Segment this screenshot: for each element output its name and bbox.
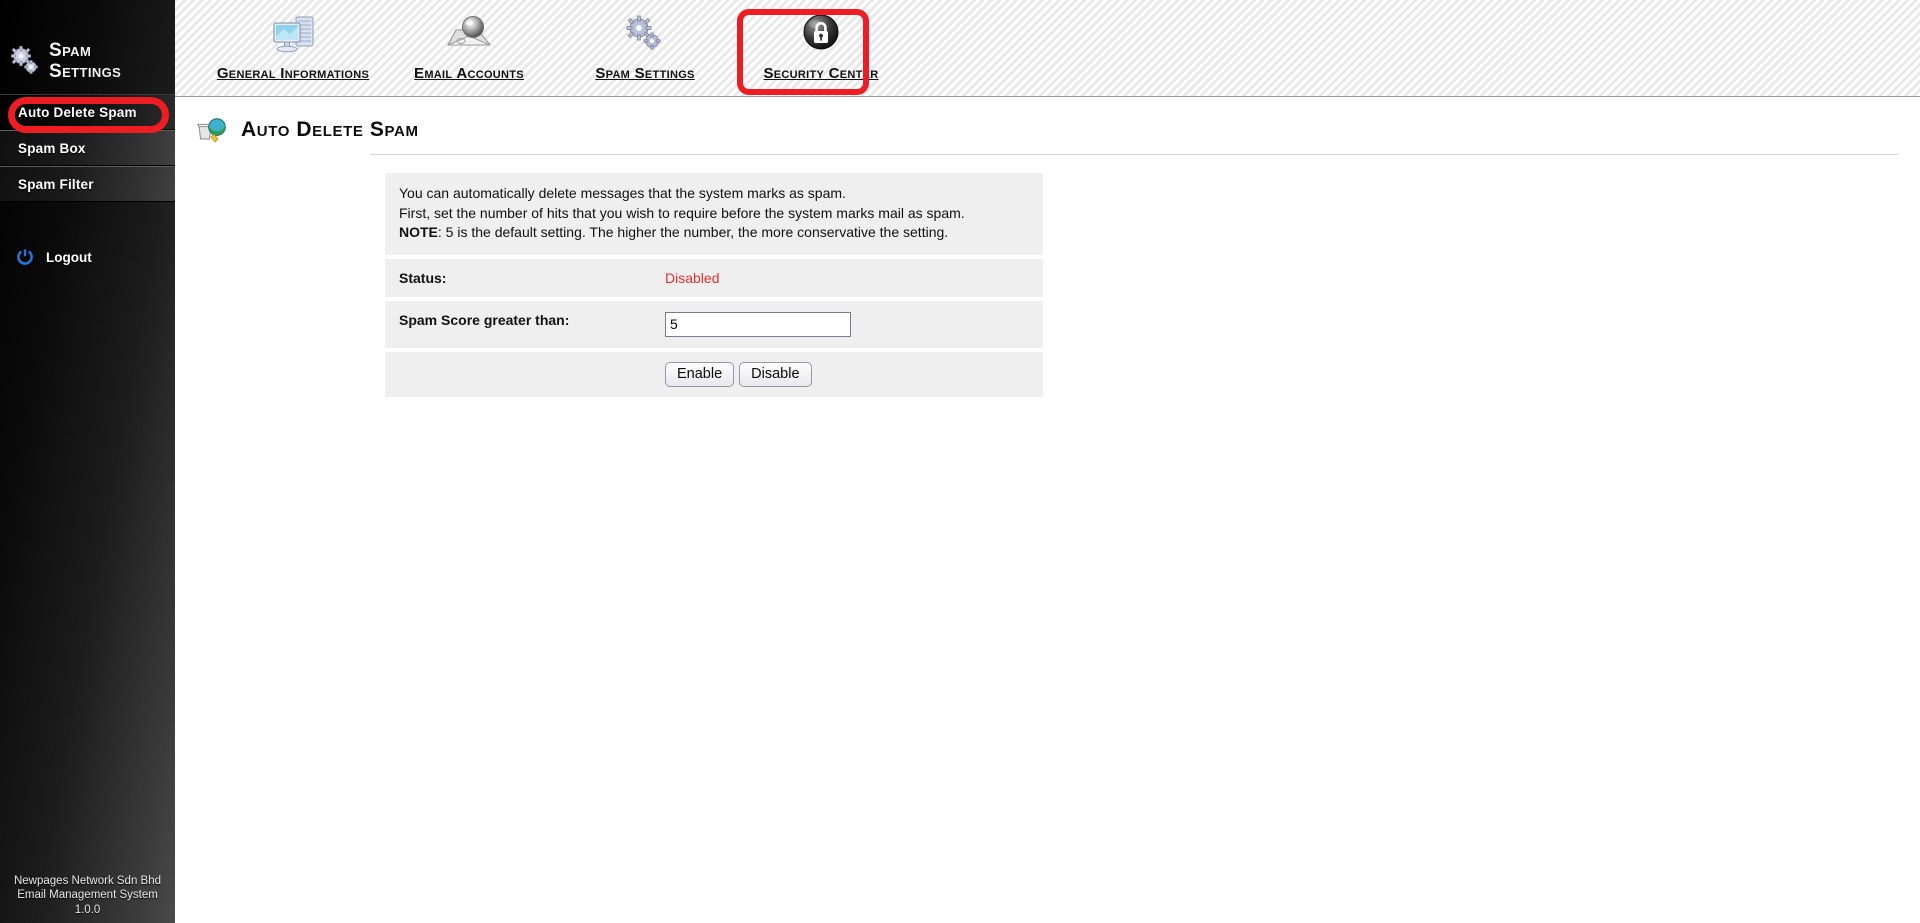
spam-score-input[interactable] <box>665 311 851 337</box>
sidebar-brand-title: Spam Settings <box>49 40 121 82</box>
tab-label: General Informations <box>216 65 370 82</box>
sidebar-brand-line1: Spam <box>49 40 92 61</box>
sidebar-item-logout[interactable]: Logout <box>0 240 175 274</box>
sidebar-brand: Spam Settings <box>0 0 175 94</box>
note-label: NOTE <box>399 224 438 240</box>
status-label: Status: <box>385 258 653 297</box>
tab-label: Security Center <box>763 65 879 82</box>
spam-score-label: Spam Score greater than: <box>385 300 653 348</box>
footer-company: Newpages Network Sdn Bhd <box>13 874 162 887</box>
description-box: You can automatically delete messages th… <box>385 173 1043 255</box>
footer-version: 1.0.0 <box>74 903 101 916</box>
status-badge: Disabled <box>665 269 720 286</box>
top-tab-list: General Informations Email Accounts Spam… <box>175 0 1920 96</box>
lock-shield-icon <box>794 10 848 60</box>
sidebar-item-spam-filter[interactable]: Spam Filter <box>0 166 175 202</box>
status-value-cell: Disabled <box>653 258 1043 297</box>
enable-button[interactable]: Enable <box>665 361 735 387</box>
sidebar-footer: Newpages Network Sdn Bhd Email Managemen… <box>0 874 175 918</box>
actions-spacer <box>385 351 653 397</box>
actions-row: Enable Disable <box>385 351 1043 397</box>
sidebar-item-label: Spam Filter <box>18 176 94 192</box>
description-note: NOTE: 5 is the default setting. The high… <box>399 223 1029 243</box>
description-line-2: First, set the number of hits that you w… <box>399 204 965 221</box>
app-root: Spam Settings Auto Delete Spam Spam Box … <box>0 0 1920 923</box>
tab-label: Spam Settings <box>595 65 695 82</box>
page-title: Auto Delete Spam <box>241 118 419 141</box>
sidebar-item-label: Auto Delete Spam <box>18 104 137 120</box>
sidebar-item-spam-box[interactable]: Spam Box <box>0 130 175 166</box>
footer-product: Email Management System <box>17 889 158 901</box>
auto-delete-spam-panel: You can automatically delete messages th… <box>385 173 1043 397</box>
tab-general-informations[interactable]: General Informations <box>205 0 381 92</box>
tab-email-accounts[interactable]: Email Accounts <box>381 0 557 92</box>
description-line-1: You can automatically delete messages th… <box>399 185 846 201</box>
note-text: : 5 is the default setting. The higher t… <box>437 224 949 240</box>
sidebar-item-auto-delete-spam[interactable]: Auto Delete Spam <box>0 94 175 130</box>
gears-icon <box>618 10 672 60</box>
power-icon <box>16 248 34 266</box>
status-row: Status: Disabled <box>385 258 1043 297</box>
gears-icon <box>8 44 42 78</box>
page-header: Auto Delete Spam <box>175 97 1920 145</box>
computer-server-icon <box>266 10 320 60</box>
spam-score-row: Spam Score greater than: <box>385 300 1043 348</box>
sidebar-logout-label: Logout <box>46 249 92 265</box>
content-area: You can automatically delete messages th… <box>175 155 1920 397</box>
main-area: General Informations Email Accounts Spam… <box>175 0 1920 923</box>
top-navigation-bar: General Informations Email Accounts Spam… <box>175 0 1920 97</box>
tab-security-center[interactable]: Security Center <box>733 0 909 92</box>
tab-spam-settings[interactable]: Spam Settings <box>557 0 733 92</box>
actions-cell: Enable Disable <box>653 351 1043 397</box>
spam-score-value-cell <box>653 300 1043 348</box>
sidebar: Spam Settings Auto Delete Spam Spam Box … <box>0 0 175 923</box>
sidebar-brand-line2: Settings <box>49 61 122 82</box>
envelope-sphere-icon <box>442 10 496 60</box>
globe-trash-icon <box>197 115 227 145</box>
sidebar-item-label: Spam Box <box>18 140 86 156</box>
disable-button[interactable]: Disable <box>739 361 812 387</box>
tab-label: Email Accounts <box>414 65 524 82</box>
